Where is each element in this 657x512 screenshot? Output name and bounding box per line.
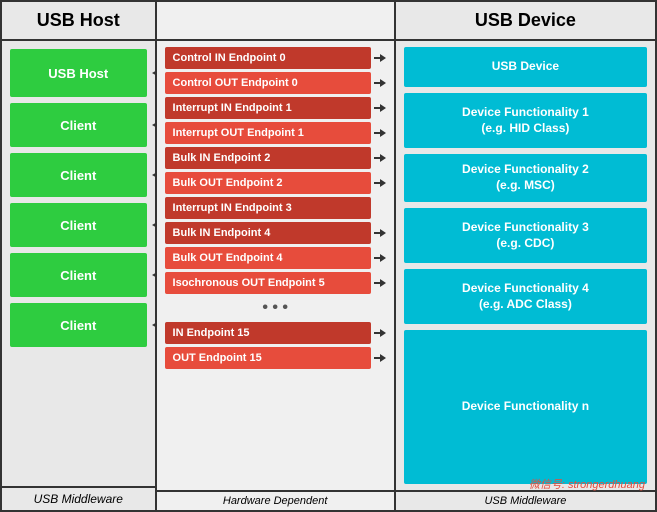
ep-arrow-2 xyxy=(374,104,386,112)
device-func-n-box: Device Functionality n xyxy=(404,330,647,484)
endpoint-box-5: Bulk OUT Endpoint 2 xyxy=(165,172,371,194)
ep-arrow-10 xyxy=(374,329,386,337)
endpoint-row-2: Interrupt IN Endpoint 1 xyxy=(165,97,386,119)
ep-arrow-1 xyxy=(374,79,386,87)
ep-arrow-0 xyxy=(374,54,386,62)
endpoint-row-8: Bulk OUT Endpoint 4 xyxy=(165,247,386,269)
endpoint-box-10: IN Endpoint 15 xyxy=(165,322,371,344)
endpoint-row-4: Bulk IN Endpoint 2 xyxy=(165,147,386,169)
ep-arrow-9 xyxy=(374,279,386,287)
diagram-container: USB Host USB Host Client Client xyxy=(0,0,657,512)
endpoint-row-11: OUT Endpoint 15 xyxy=(165,347,386,369)
usb-host-box: USB Host xyxy=(10,49,147,97)
usb-host-header: USB Host xyxy=(2,2,155,41)
endpoint-box-1: Control OUT Endpoint 0 xyxy=(165,72,371,94)
endpoint-row-5: Bulk OUT Endpoint 2 xyxy=(165,172,386,194)
watermark: 微信号: strongerdhuang xyxy=(529,476,645,492)
endpoint-row-1: Control OUT Endpoint 0 xyxy=(165,72,386,94)
device-func-2-box: Device Functionality 2 (e.g. MSC) xyxy=(404,154,647,202)
client-box-3: Client xyxy=(10,203,147,247)
client-box-5: Client xyxy=(10,303,147,347)
usb-device-header-mid xyxy=(157,2,394,41)
endpoint-box-9: Isochronous OUT Endpoint 5 xyxy=(165,272,371,294)
client-box-4: Client xyxy=(10,253,147,297)
device-functionalities-list: USB Device Device Functionality 1 (e.g. … xyxy=(396,41,655,490)
ep-arrow-5 xyxy=(374,179,386,187)
ep-arrow-11 xyxy=(374,354,386,362)
dots-separator: • • • xyxy=(165,297,386,319)
ep-arrow-7 xyxy=(374,229,386,237)
ep-arrow-8 xyxy=(374,254,386,262)
usb-device-box: USB Device xyxy=(404,47,647,87)
endpoints-list: Control IN Endpoint 0 Control OUT Endpoi… xyxy=(157,41,394,490)
endpoint-box-7: Bulk IN Endpoint 4 xyxy=(165,222,371,244)
endpoint-row-10: IN Endpoint 15 xyxy=(165,322,386,344)
usb-device-header-right: USB Device xyxy=(396,2,655,41)
endpoint-box-11: OUT Endpoint 15 xyxy=(165,347,371,369)
endpoint-row-6: Interrupt IN Endpoint 3 xyxy=(165,197,386,219)
endpoint-box-3: Interrupt OUT Endpoint 1 xyxy=(165,122,371,144)
usb-host-body: USB Host Client Client xyxy=(2,41,155,486)
usb-host-column: USB Host USB Host Client Client xyxy=(2,2,157,510)
usb-device-column: USB Device USB Device Device Functionali… xyxy=(396,2,655,510)
client-box-2: Client xyxy=(10,153,147,197)
endpoint-box-8: Bulk OUT Endpoint 4 xyxy=(165,247,371,269)
endpoint-row-9: Isochronous OUT Endpoint 5 xyxy=(165,272,386,294)
endpoint-box-2: Interrupt IN Endpoint 1 xyxy=(165,97,371,119)
endpoints-column: Control IN Endpoint 0 Control OUT Endpoi… xyxy=(157,2,396,510)
endpoint-row-0: Control IN Endpoint 0 xyxy=(165,47,386,69)
device-func-4-box: Device Functionality 4 (e.g. ADC Class) xyxy=(404,269,647,324)
device-func-3-box: Device Functionality 3 (e.g. CDC) xyxy=(404,208,647,263)
endpoint-box-0: Control IN Endpoint 0 xyxy=(165,47,371,69)
ep-arrow-3 xyxy=(374,129,386,137)
hardware-dependent-footer: Hardware Dependent xyxy=(157,490,394,510)
client-box-1: Client xyxy=(10,103,147,147)
device-func-1-box: Device Functionality 1 (e.g. HID Class) xyxy=(404,93,647,148)
usb-middleware-footer: USB Middleware xyxy=(2,486,155,510)
endpoint-row-3: Interrupt OUT Endpoint 1 xyxy=(165,122,386,144)
endpoint-row-7: Bulk IN Endpoint 4 xyxy=(165,222,386,244)
ep-arrow-4 xyxy=(374,154,386,162)
usb-middleware-right-footer: USB Middleware xyxy=(396,490,655,510)
endpoint-box-6: Interrupt IN Endpoint 3 xyxy=(165,197,371,219)
endpoint-box-4: Bulk IN Endpoint 2 xyxy=(165,147,371,169)
